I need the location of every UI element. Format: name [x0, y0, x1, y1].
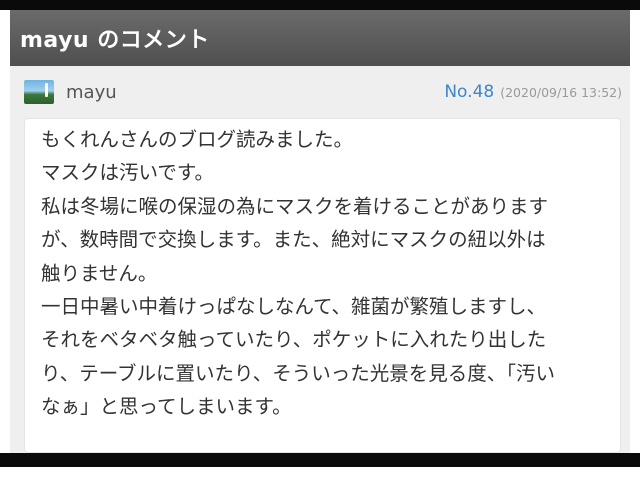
- comment-author[interactable]: mayu: [66, 82, 117, 103]
- comment-line: 一日中暑い中着けっぱなしなんて、雑菌が繁殖しますし、: [41, 295, 547, 319]
- comment-line: それをベタベタ触っていたり、ポケットに入れたり出した: [41, 328, 547, 352]
- comment-line: が、数時間で交換します。また、絶対にマスクの紐以外は: [41, 228, 546, 252]
- avatar-icon[interactable]: [24, 80, 54, 104]
- screen-top-border: [0, 0, 640, 10]
- comment-number-link[interactable]: No.48: [444, 82, 494, 102]
- comment-line: 私は冬場に喉の保湿の為にマスクを着けることがあります: [41, 194, 549, 218]
- comment-line: マスクは汚いです。: [41, 161, 214, 185]
- comment-line: なぁ」と思ってしまいます。: [41, 395, 292, 419]
- screen-bottom-border: [0, 453, 640, 467]
- comment-line: 触りません。: [41, 261, 158, 285]
- page-title: mayu のコメント: [20, 28, 210, 53]
- comment-header-bar: mayu のコメント: [10, 10, 630, 66]
- comment-line: もくれんさんのブログ読みました。: [41, 128, 354, 151]
- comment-line: り、テーブルに置いたり、そういった光景を見る度、「汚い: [41, 361, 556, 385]
- comment-panel: mayu No.48 (2020/09/16 13:52) もくれんさんのブログ…: [10, 66, 630, 453]
- comment-timestamp: (2020/09/16 13:52): [500, 84, 622, 100]
- comment-meta-row: mayu No.48 (2020/09/16 13:52): [10, 66, 630, 118]
- comment-body: もくれんさんのブログ読みました。 マスクは汚いです。 私は冬場に喉の保湿の為にマ…: [24, 118, 621, 453]
